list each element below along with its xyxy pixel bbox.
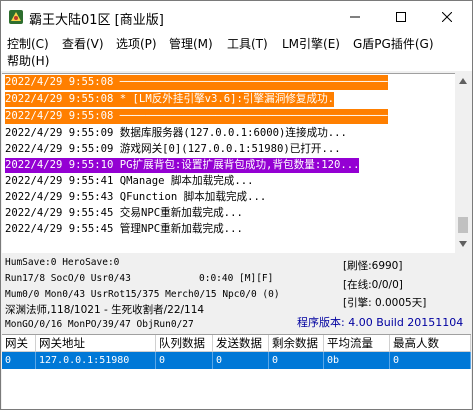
menu-control[interactable]: 控制(C)	[7, 36, 49, 52]
chevron-down-icon	[459, 241, 467, 247]
menu-bar: 控制(C) 查看(V) 选项(P) 管理(M) 工具(T) LM引擎(E) G盾…	[1, 33, 472, 71]
log-line: 2022/4/29 9:55:45 交易NPC重新加载完成...	[5, 207, 243, 219]
table-cell: 0	[2, 352, 36, 369]
minimize-button[interactable]	[332, 1, 378, 33]
log-line: 2022/4/29 9:55:45 管理NPC重新加载完成...	[5, 223, 243, 235]
refresh-monster-count: [刷怪:6990]	[343, 260, 403, 272]
close-icon	[442, 12, 452, 22]
menu-manage[interactable]: 管理(M)	[169, 36, 213, 52]
scroll-up-button[interactable]	[455, 73, 471, 89]
table-cell: 0	[269, 352, 324, 369]
menu-help[interactable]: 帮助(H)	[7, 53, 49, 69]
log-panel[interactable]: 2022/4/29 9:55:08 ──────────────────────…	[2, 73, 455, 253]
log-line: 2022/4/29 9:55:08 ──────────────────────…	[5, 75, 388, 90]
window-title: 霸王大陆01区 [商业版]	[29, 13, 164, 28]
table-cell: 0	[390, 352, 471, 369]
log-line: 2022/4/29 9:55:43 QFunction 脚本加载完成...	[5, 191, 267, 203]
table-cell: 127.0.0.1:51980	[36, 352, 156, 369]
column-header[interactable]: 发送数据	[213, 335, 269, 352]
column-header[interactable]: 剩余数据	[269, 335, 324, 352]
chevron-up-icon	[459, 78, 467, 84]
close-button[interactable]	[424, 1, 470, 33]
log-line: 2022/4/29 9:55:08 ──────────────────────…	[5, 109, 388, 124]
app-window: 霸王大陆01区 [商业版] 控制(C) 查看(V) 选项(P) 管理(M) 工具…	[0, 0, 473, 410]
column-header[interactable]: 网关	[2, 335, 36, 352]
status-save-line: HumSave:0 HeroSave:0	[5, 257, 120, 268]
maximize-icon	[396, 12, 406, 22]
status-objects-line: MonGO/0/16 MonPO/39/47 ObjRun0/27	[5, 319, 194, 330]
table-cell: 0	[213, 352, 269, 369]
column-header[interactable]: 平均流量	[324, 335, 390, 352]
status-uptime: 0:0:40 [M][F]	[199, 273, 274, 284]
menu-g-shield-plugin[interactable]: G盾PG插件(G)	[353, 36, 434, 52]
table-cell: 0	[156, 352, 213, 369]
title-bar[interactable]: 霸王大陆01区 [商业版]	[1, 1, 472, 33]
log-line: 2022/4/29 9:55:08 * [LM反外挂引擎v3.6]:引擎漏洞修复…	[5, 92, 335, 107]
log-line: 2022/4/29 9:55:09 数据库服务器(127.0.0.1:6000)…	[5, 127, 347, 139]
status-run-line: Run17/8 SocO/0 Usr0/43	[5, 273, 131, 284]
menu-view[interactable]: 查看(V)	[62, 36, 104, 52]
scroll-down-button[interactable]	[455, 236, 471, 252]
log-line: 2022/4/29 9:55:10 PG扩展背包:设置扩展背包成功,背包数量:1…	[5, 158, 360, 173]
gateway-table[interactable]: 网关 网关地址 队列数据 发送数据 剩余数据 平均流量 最高人数 0 127.0…	[2, 334, 471, 409]
maximize-button[interactable]	[378, 1, 424, 33]
menu-lm-engine[interactable]: LM引擎(E)	[282, 36, 340, 52]
table-row[interactable]: 0 127.0.0.1:51980 0 0 0 0b 0	[2, 352, 471, 369]
app-icon	[9, 10, 23, 24]
status-counts-line: Mum0/0 Mon0/43 UsrRot15/375 Merch0/15 Np…	[5, 289, 280, 300]
menu-options[interactable]: 选项(P)	[116, 36, 157, 52]
table-cell: 0b	[324, 352, 390, 369]
column-header[interactable]: 队列数据	[156, 335, 213, 352]
status-monster-line: 深渊法师,118/1021 - 生死收割者/22/114	[5, 304, 205, 316]
log-line: 2022/4/29 9:55:09 游戏网关[0](127.0.0.1:5198…	[5, 143, 341, 155]
program-version: 程序版本: 4.00 Build 20151104	[297, 316, 464, 329]
log-line: 2022/4/29 9:55:41 QManage 脚本加载完成...	[5, 175, 254, 187]
scroll-thumb[interactable]	[458, 217, 468, 233]
online-count: [在线:0/0/0]	[343, 279, 403, 291]
column-header[interactable]: 网关地址	[36, 335, 156, 352]
column-header[interactable]: 最高人数	[390, 335, 471, 352]
log-scrollbar[interactable]	[455, 73, 471, 252]
engine-days: [引擎: 0.0005天]	[343, 297, 427, 309]
menu-tools[interactable]: 工具(T)	[227, 36, 268, 52]
minimize-icon	[350, 16, 360, 18]
